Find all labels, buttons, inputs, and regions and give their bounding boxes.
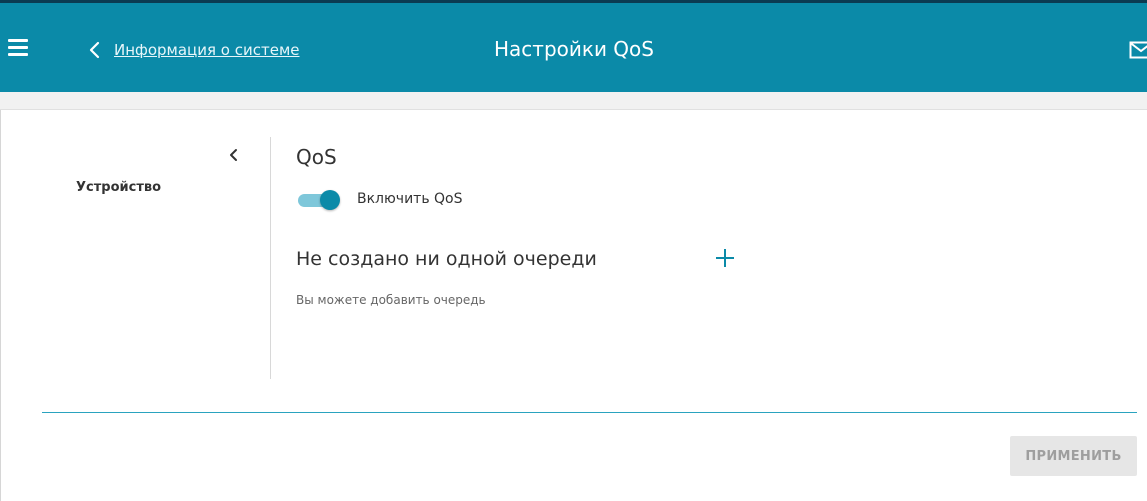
top-header-bar: Информация о системе Настройки QoS: [0, 0, 1147, 92]
chevron-left-icon: [89, 41, 100, 59]
plus-icon[interactable]: [713, 246, 737, 270]
content-panel: [0, 110, 1147, 501]
enable-qos-label[interactable]: Включить QoS: [357, 191, 463, 207]
toggle-knob: [320, 190, 340, 210]
footer-divider: [42, 412, 1137, 413]
sidebar-divider: [270, 137, 271, 379]
queues-empty-title: Не создано ни одной очереди: [296, 248, 597, 270]
sidebar-collapse-chevron-icon[interactable]: [228, 148, 240, 162]
back-link[interactable]: Информация о системе: [88, 39, 300, 61]
page-title: Настройки QoS: [494, 37, 654, 61]
section-title: QoS: [296, 145, 337, 169]
header-subbar: [0, 92, 1147, 110]
menu-icon[interactable]: [8, 39, 28, 57]
queues-empty-hint: Вы можете добавить очередь: [296, 293, 486, 307]
mail-icon[interactable]: [1129, 41, 1147, 59]
sidebar-item-device[interactable]: Устройство: [76, 180, 161, 195]
enable-qos-toggle[interactable]: [296, 190, 342, 210]
apply-button[interactable]: ПРИМЕНИТЬ: [1010, 436, 1137, 476]
back-link-label[interactable]: Информация о системе: [114, 41, 300, 59]
